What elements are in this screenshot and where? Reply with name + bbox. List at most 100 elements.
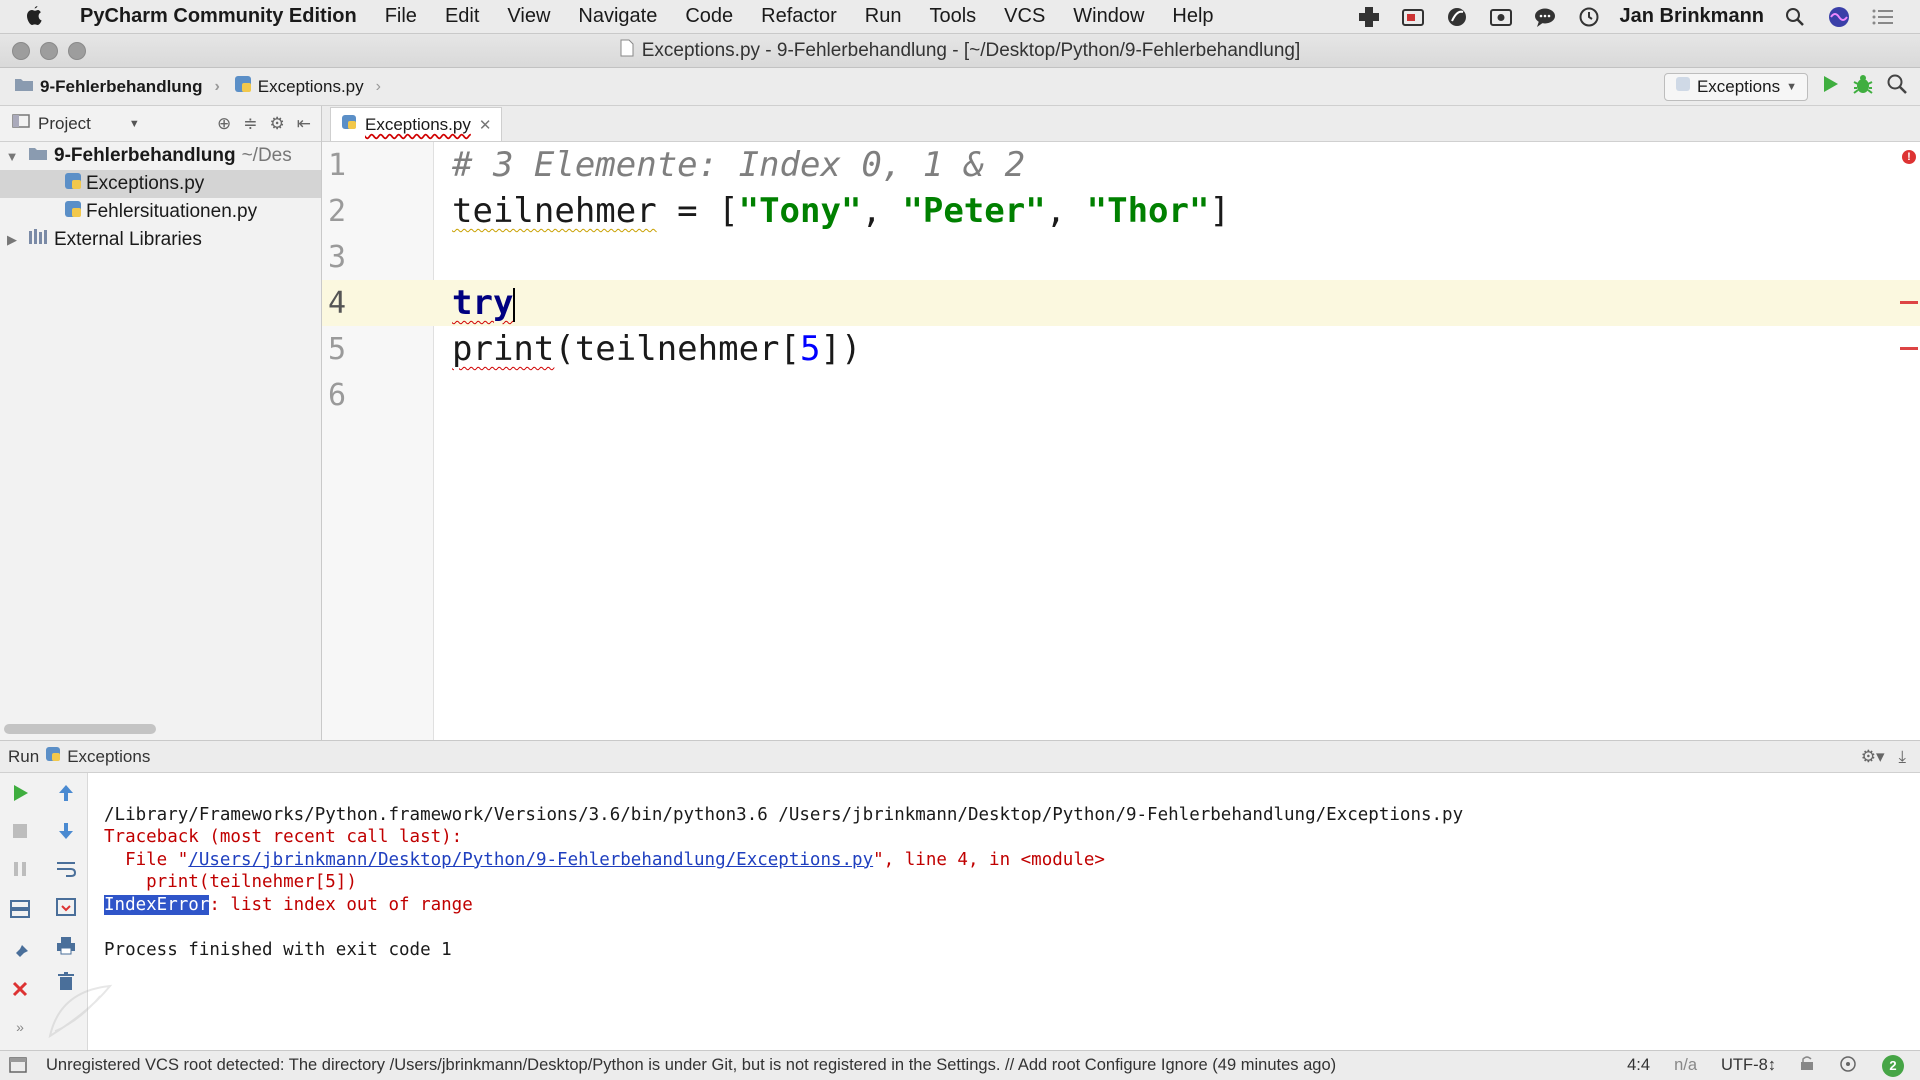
lock-icon[interactable]	[1800, 1055, 1814, 1076]
hide-panel-icon[interactable]: ⤓	[1898, 747, 1906, 767]
vcs-status-message[interactable]: Unregistered VCS root detected: The dire…	[0, 1056, 1336, 1075]
menu-run[interactable]: Run	[851, 5, 916, 28]
minimize-window-button[interactable]	[40, 42, 58, 60]
menu-tools[interactable]: Tools	[915, 5, 990, 28]
locate-file-icon[interactable]: ⊕	[217, 114, 231, 134]
screen-tool-icon[interactable]	[1400, 4, 1426, 30]
encoding-indicator[interactable]: UTF-8↕	[1721, 1056, 1776, 1075]
print-icon[interactable]	[52, 931, 80, 959]
chat-icon[interactable]	[1532, 4, 1558, 30]
tree-item-file[interactable]: Exceptions.py	[0, 170, 321, 198]
code-line[interactable]: # 3 Elemente: Index 0, 1 & 2	[434, 142, 1920, 188]
user-name[interactable]: Jan Brinkmann	[1620, 5, 1764, 28]
spotlight-search-icon[interactable]	[1782, 4, 1808, 30]
caret-position[interactable]: 4:4	[1627, 1056, 1650, 1075]
tab-exceptions-py[interactable]: Exceptions.py ✕	[330, 107, 503, 141]
console-error-name[interactable]: IndexError	[104, 894, 210, 915]
menu-extras: Jan Brinkmann	[1356, 4, 1920, 30]
pause-icon[interactable]	[6, 855, 34, 883]
menu-bar: PyCharm Community Edition File Edit View…	[0, 0, 1920, 34]
record-icon[interactable]	[1488, 4, 1514, 30]
siri-icon[interactable]	[1826, 4, 1852, 30]
code-line-empty[interactable]	[434, 234, 1920, 280]
close-icon[interactable]: ✕	[479, 116, 492, 134]
menu-vcs[interactable]: VCS	[990, 5, 1059, 28]
error-indicator-icon[interactable]: !	[1902, 150, 1916, 164]
tree-item-external-libraries[interactable]: ▶ External Libraries	[0, 226, 321, 254]
menu-view[interactable]: View	[493, 5, 564, 28]
debug-icon[interactable]	[1852, 73, 1874, 100]
event-log-badge[interactable]: 2	[1882, 1054, 1904, 1077]
project-tools: ⊕ ≑ ⚙ ⇤	[217, 114, 321, 134]
run-header: Run Exceptions ⚙▾ ⤓	[0, 741, 1920, 773]
run-icon[interactable]	[1820, 74, 1840, 99]
pin-icon[interactable]	[6, 939, 34, 967]
code-line[interactable]: teilnehmer = ["Tony", "Peter", "Thor"]	[434, 188, 1920, 234]
project-view-label[interactable]: Project	[38, 114, 91, 134]
error-stripe-marker[interactable]	[1900, 301, 1918, 304]
plus-puzzle-icon[interactable]	[1356, 4, 1382, 30]
collapsed-arrow-icon[interactable]: ▶	[2, 232, 22, 248]
line-number-gutter: 1 2 3 4 5 6	[322, 142, 434, 740]
menu-code[interactable]: Code	[671, 5, 747, 28]
collapse-all-icon[interactable]: ≑	[243, 114, 257, 134]
close-window-button[interactable]	[12, 42, 30, 60]
navigation-bar: 9-Fehlerbehandlung › Exceptions.py › Exc…	[0, 68, 1920, 106]
menu-edit[interactable]: Edit	[431, 5, 493, 28]
console-traceback: Traceback (most recent call last):	[104, 827, 463, 847]
inspector-icon[interactable]	[1838, 1053, 1858, 1078]
console-exit-message: Process finished with exit code 1	[104, 939, 452, 960]
apple-icon[interactable]	[24, 5, 64, 28]
folder-icon	[14, 76, 34, 97]
tree-item-label: Exceptions.py	[86, 173, 205, 194]
notification-center-icon[interactable]	[1870, 4, 1896, 30]
soft-wrap-icon[interactable]	[52, 855, 80, 883]
arrow-up-icon[interactable]	[52, 779, 80, 807]
code-line-empty[interactable]	[434, 372, 1920, 418]
scroll-to-end-icon[interactable]	[52, 893, 80, 921]
console-file-link[interactable]: /Users/jbrinkmann/Desktop/Python/9-Fehle…	[188, 850, 873, 870]
app-name[interactable]: PyCharm Community Edition	[80, 5, 357, 28]
tab-label: Exceptions.py	[365, 114, 471, 134]
line-number-current: 4	[322, 280, 434, 326]
tree-item-file[interactable]: Fehlersituationen.py	[0, 198, 321, 226]
breadcrumb-file-label: Exceptions.py	[257, 76, 364, 96]
arrow-down-icon[interactable]	[52, 817, 80, 845]
menu-help[interactable]: Help	[1158, 5, 1227, 28]
file-icon	[620, 39, 634, 63]
more-icon[interactable]: »	[6, 1013, 34, 1041]
gear-icon[interactable]: ⚙	[270, 114, 285, 134]
horizontal-scrollbar[interactable]	[4, 724, 156, 734]
expanded-arrow-icon[interactable]: ▼	[2, 149, 22, 164]
code-line-current[interactable]: try	[434, 280, 1920, 326]
gear-icon[interactable]: ⚙▾	[1861, 747, 1885, 767]
error-stripe-marker[interactable]	[1900, 347, 1918, 350]
breadcrumb-file[interactable]: Exceptions.py ›	[220, 75, 381, 98]
run-config-tab[interactable]: Exceptions	[67, 747, 150, 767]
tree-item-project-root[interactable]: ▼ 9-Fehlerbehandlung ~/Des	[0, 142, 321, 170]
search-everywhere-icon[interactable]	[1886, 73, 1908, 100]
tool-windows-toggle-icon[interactable]	[8, 1055, 28, 1080]
python-file-icon	[1675, 76, 1691, 97]
rerun-icon[interactable]	[6, 779, 34, 807]
hide-panel-icon[interactable]: ⇤	[297, 114, 311, 134]
breadcrumb-folder[interactable]: 9-Fehlerbehandlung ›	[0, 76, 220, 97]
python-file-icon	[234, 75, 252, 98]
menu-file[interactable]: File	[371, 5, 431, 28]
console-output[interactable]: /Library/Frameworks/Python.framework/Ver…	[104, 781, 1920, 1006]
project-view-icon	[12, 113, 30, 134]
leaf-icon[interactable]	[1444, 4, 1470, 30]
layout-icon[interactable]	[6, 895, 34, 923]
time-machine-icon[interactable]	[1576, 4, 1602, 30]
code-line[interactable]: print(teilnehmer[5])	[434, 326, 1920, 372]
chevron-down-icon[interactable]: ▼	[129, 118, 140, 130]
code-area[interactable]: # 3 Elemente: Index 0, 1 & 2 teilnehmer …	[434, 142, 1920, 740]
stop-icon[interactable]	[6, 817, 34, 845]
close-icon[interactable]	[6, 975, 34, 1003]
menu-navigate[interactable]: Navigate	[564, 5, 671, 28]
menu-window[interactable]: Window	[1059, 5, 1158, 28]
line-separator-indicator[interactable]: n/a	[1674, 1056, 1697, 1075]
run-configuration-select[interactable]: Exceptions ▼	[1663, 72, 1808, 101]
menu-refactor[interactable]: Refactor	[747, 5, 851, 28]
zoom-window-button[interactable]	[68, 42, 86, 60]
